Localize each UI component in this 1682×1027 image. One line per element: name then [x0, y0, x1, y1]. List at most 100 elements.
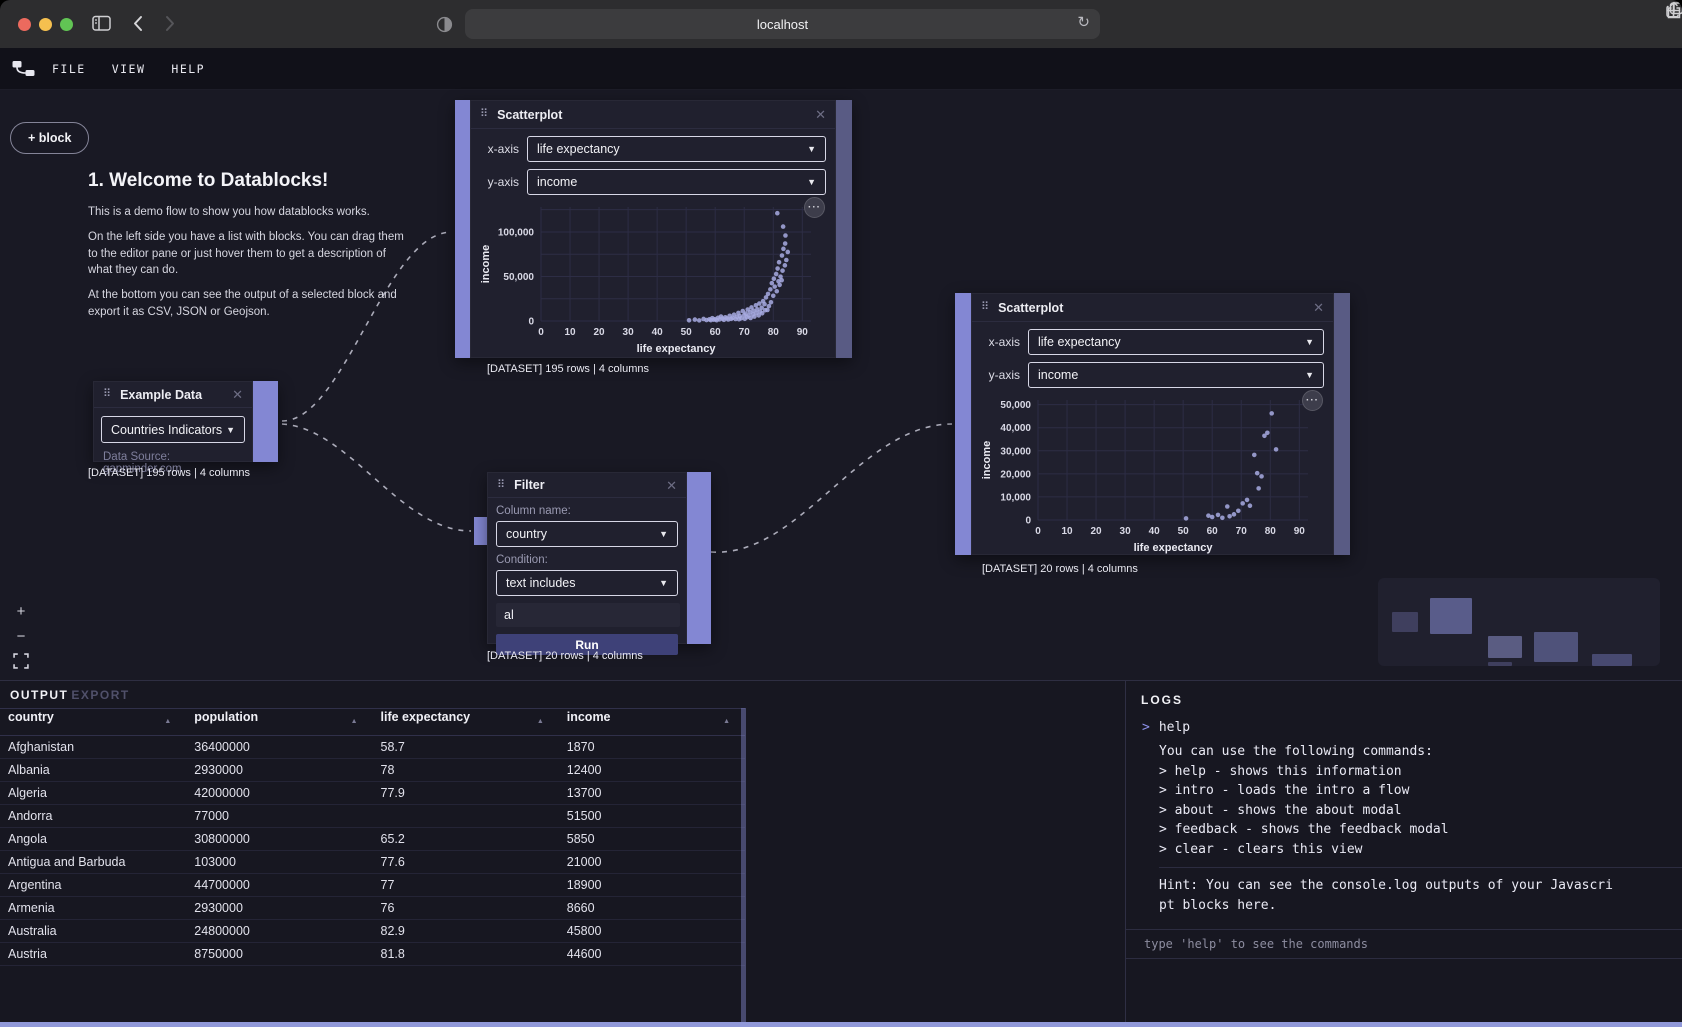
- add-block-button[interactable]: + block: [10, 122, 89, 154]
- output-port[interactable]: [687, 472, 711, 644]
- flow-canvas[interactable]: + block 1. Welcome to Datablocks! This i…: [0, 90, 1682, 680]
- menu-item-help[interactable]: HELP: [171, 62, 205, 76]
- filter-query-input[interactable]: [496, 603, 680, 627]
- sort-arrow-icon[interactable]: ▲: [164, 710, 171, 734]
- sort-arrow-icon[interactable]: ▲: [351, 710, 358, 734]
- node-header[interactable]: ⠿ Scatterplot ✕: [471, 101, 835, 129]
- table-body: Afghanistan3640000058.71870Albania293000…: [0, 736, 745, 966]
- node-example-data[interactable]: ⠿ Example Data ✕ Countries Indicators ▼ …: [93, 381, 278, 462]
- column-header[interactable]: country▲: [0, 709, 186, 736]
- sidebar-toggle-icon[interactable]: [92, 15, 112, 32]
- table-row[interactable]: Argentina447000007718900: [0, 874, 745, 897]
- column-header[interactable]: life expectancy▲: [373, 709, 559, 736]
- zoom-in-icon[interactable]: +: [12, 603, 30, 619]
- tab-export[interactable]: EXPORT: [71, 688, 129, 702]
- condition-value: text includes: [506, 576, 575, 590]
- svg-text:20: 20: [594, 327, 606, 338]
- node-scatterplot-1[interactable]: ⠿ Scatterplot ✕ x-axis life expectancy ▼…: [455, 100, 852, 358]
- sort-arrow-icon[interactable]: ▲: [723, 710, 730, 734]
- table-row[interactable]: Afghanistan3640000058.71870: [0, 736, 745, 759]
- close-window-button[interactable]: [18, 18, 31, 31]
- table-cell: Armenia: [0, 897, 186, 920]
- table-row[interactable]: Andorra7700051500: [0, 805, 745, 828]
- reload-icon[interactable]: ↻: [1077, 13, 1090, 31]
- table-cell: Australia: [0, 920, 186, 943]
- fit-view-icon[interactable]: [12, 653, 30, 669]
- minimize-window-button[interactable]: [39, 18, 52, 31]
- y-axis-select[interactable]: income ▼: [1028, 362, 1324, 388]
- tab-output[interactable]: OUTPUT: [10, 688, 68, 702]
- svg-text:0: 0: [1025, 516, 1031, 527]
- node-header[interactable]: ⠿ Example Data ✕: [94, 382, 252, 408]
- app-window: localhost ↻ FILE VIEW HELP: [0, 0, 1682, 1027]
- table-row[interactable]: Austria875000081.844600: [0, 943, 745, 966]
- svg-text:40,000: 40,000: [1000, 423, 1031, 434]
- table-row[interactable]: Antigua and Barbuda10300077.621000: [0, 851, 745, 874]
- zoom-out-icon[interactable]: −: [12, 628, 30, 644]
- node-header[interactable]: ⠿ Scatterplot ✕: [972, 294, 1333, 322]
- drag-handle-icon[interactable]: ⠿: [981, 302, 989, 313]
- x-axis-select[interactable]: life expectancy ▼: [1028, 329, 1324, 355]
- chevron-down-icon: ▼: [659, 529, 668, 539]
- menu-item-file[interactable]: FILE: [52, 62, 86, 76]
- y-axis-label: y-axis: [972, 368, 1020, 382]
- log-command-input[interactable]: [1142, 936, 1628, 952]
- logs-panel: LOGS >help You can use the following com…: [1125, 681, 1682, 1027]
- close-icon[interactable]: ✕: [815, 108, 826, 121]
- table-row[interactable]: Angola3080000065.25850: [0, 828, 745, 851]
- y-axis-select[interactable]: income ▼: [527, 169, 826, 195]
- condition-select[interactable]: text includes ▼: [496, 570, 678, 596]
- node-header[interactable]: ⠿ Filter ✕: [488, 473, 686, 498]
- chart-options-button[interactable]: ···: [1302, 390, 1323, 411]
- column-select[interactable]: country ▼: [496, 521, 678, 547]
- close-icon[interactable]: ✕: [232, 388, 243, 401]
- drag-handle-icon[interactable]: ⠿: [480, 109, 488, 120]
- minimap-block: [1592, 654, 1632, 666]
- close-icon[interactable]: ✕: [666, 479, 677, 492]
- output-port[interactable]: [1334, 293, 1350, 555]
- tab-overview-icon[interactable]: [1666, 2, 1682, 18]
- input-port[interactable]: [955, 293, 971, 555]
- url-bar[interactable]: localhost ↻: [465, 9, 1100, 39]
- datablocks-logo-icon[interactable]: [12, 60, 36, 77]
- forward-icon[interactable]: [163, 15, 177, 32]
- column-header[interactable]: income▲: [559, 709, 745, 736]
- close-icon[interactable]: ✕: [1313, 301, 1324, 314]
- x-axis-value: life expectancy: [1038, 335, 1121, 349]
- output-port[interactable]: [253, 381, 278, 462]
- table-row[interactable]: Algeria4200000077.913700: [0, 782, 745, 805]
- minimap[interactable]: [1378, 578, 1660, 666]
- welcome-paragraph: This is a demo flow to show you how data…: [88, 204, 410, 220]
- back-icon[interactable]: [131, 15, 145, 32]
- dataset-select[interactable]: Countries Indicators ▼: [101, 416, 245, 443]
- x-axis-select[interactable]: life expectancy ▼: [527, 136, 826, 162]
- minimap-block: [1430, 598, 1472, 634]
- node-scatterplot-2[interactable]: ⠿ Scatterplot ✕ x-axis life expectancy ▼…: [955, 293, 1350, 555]
- input-port[interactable]: [474, 517, 487, 545]
- edge-example-to-filter: [282, 424, 471, 531]
- sort-arrow-icon[interactable]: ▲: [537, 710, 544, 734]
- table-row[interactable]: Armenia2930000768660: [0, 897, 745, 920]
- drag-handle-icon[interactable]: ⠿: [103, 389, 111, 400]
- table-row[interactable]: Australia2480000082.945800: [0, 920, 745, 943]
- table-cell: 45800: [559, 920, 745, 943]
- menu-item-view[interactable]: VIEW: [112, 62, 146, 76]
- page-settings-icon[interactable]: [436, 16, 453, 33]
- node-filter[interactable]: ⠿ Filter ✕ Column name: country ▼ Condit…: [487, 472, 711, 644]
- svg-text:100,000: 100,000: [498, 227, 535, 238]
- bottom-panel: OUTPUT EXPORT country▲population▲life ex…: [0, 680, 1682, 1027]
- column-header[interactable]: population▲: [186, 709, 372, 736]
- chart-options-button[interactable]: ···: [804, 197, 825, 218]
- drag-handle-icon[interactable]: ⠿: [497, 480, 505, 491]
- table-row[interactable]: Albania29300007812400: [0, 759, 745, 782]
- svg-text:80: 80: [768, 327, 780, 338]
- input-port[interactable]: [455, 100, 470, 358]
- dataset-caption: [DATASET] 195 rows | 4 columns: [487, 363, 649, 375]
- column-name-label: Column name:: [496, 505, 678, 517]
- output-port[interactable]: [836, 100, 852, 358]
- chevron-down-icon: ▼: [226, 425, 235, 435]
- table-cell: 82.9: [373, 920, 559, 943]
- zoom-window-button[interactable]: [60, 18, 73, 31]
- chevron-down-icon: ▼: [1305, 337, 1314, 347]
- table-scrollbar[interactable]: [741, 708, 746, 1024]
